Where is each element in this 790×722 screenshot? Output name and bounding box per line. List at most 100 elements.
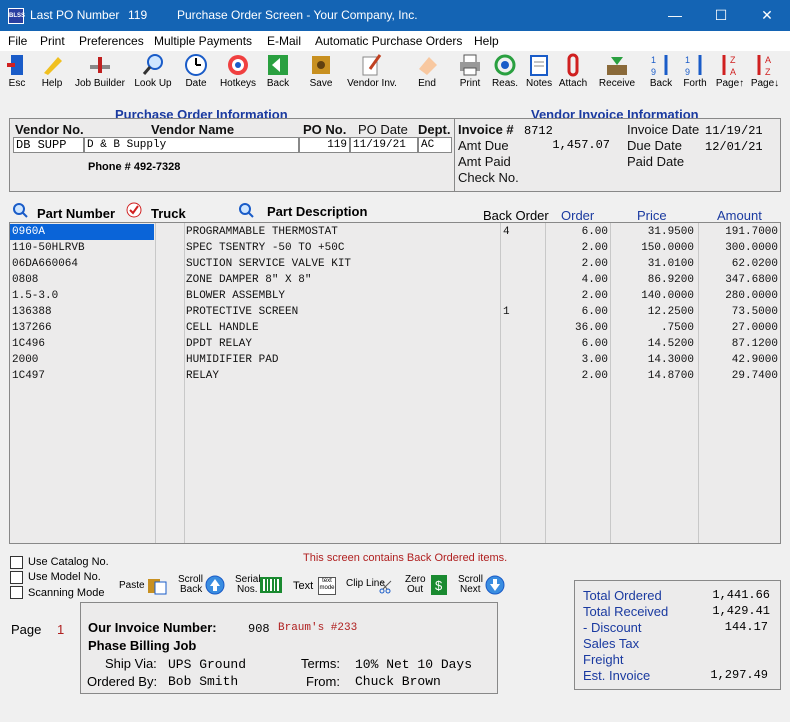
part-description-cell[interactable]: DPDT RELAY: [186, 338, 496, 350]
order-qty-cell[interactable]: 6.00: [547, 226, 608, 238]
use-catalog-checkbox[interactable]: [10, 556, 23, 569]
amount-cell[interactable]: 347.6800: [700, 274, 778, 286]
table-row[interactable]: 1.5-3.0 BLOWER ASSEMBLY 2.00 140.0000 280.00…: [10, 288, 780, 304]
order-qty-cell[interactable]: 2.00: [547, 290, 608, 302]
notes-button[interactable]: Notes: [526, 51, 552, 93]
vendor-invoice-button[interactable]: Vendor Inv.: [346, 51, 398, 93]
price-cell[interactable]: .7500: [612, 322, 694, 334]
price-cell[interactable]: 14.8700: [612, 370, 694, 382]
back-record-button[interactable]: 19 Back: [648, 51, 674, 93]
date-button[interactable]: Date: [182, 51, 210, 93]
vendor-name-field[interactable]: D & B Supply: [84, 137, 299, 153]
back-order-cell[interactable]: 4: [503, 226, 543, 238]
our-invoice-number[interactable]: 908: [248, 622, 270, 636]
menu-multiple-payments[interactable]: Multiple Payments: [154, 34, 252, 48]
part-description-cell[interactable]: HUMIDIFIER PAD: [186, 354, 496, 366]
back-order-cell[interactable]: 1: [503, 306, 543, 318]
search-part-icon[interactable]: [12, 202, 28, 218]
help-button[interactable]: Help: [38, 51, 66, 93]
table-row[interactable]: 2000 HUMIDIFIER PAD 3.00 14.3000 42.9000: [10, 352, 780, 368]
part-number-cell[interactable]: 1C496: [12, 338, 152, 350]
order-qty-cell[interactable]: 36.00: [547, 322, 608, 334]
order-qty-cell[interactable]: 2.00: [547, 258, 608, 270]
menu-automatic-po[interactable]: Automatic Purchase Orders: [315, 34, 462, 48]
price-cell[interactable]: 12.2500: [612, 306, 694, 318]
page-down-button[interactable]: AZ Page↓: [748, 51, 782, 93]
part-number-cell[interactable]: 110-50HLRVB: [12, 242, 152, 254]
price-cell[interactable]: 31.9500: [612, 226, 694, 238]
part-description-cell[interactable]: PROGRAMMABLE THERMOSTAT: [186, 226, 496, 238]
amount-cell[interactable]: 27.0000: [700, 322, 778, 334]
vendor-no-field[interactable]: DB SUPP: [13, 137, 84, 153]
forth-record-button[interactable]: 19 Forth: [681, 51, 709, 93]
amount-cell[interactable]: 300.0000: [700, 242, 778, 254]
look-up-button[interactable]: Look Up: [133, 51, 173, 93]
receive-button[interactable]: Receive: [598, 51, 636, 93]
part-number-cell[interactable]: 1.5-3.0: [12, 290, 152, 302]
part-description-cell[interactable]: RELAY: [186, 370, 496, 382]
part-number-cell[interactable]: 1C497: [12, 370, 152, 382]
part-number-cell[interactable]: 137266: [12, 322, 152, 334]
page-up-button[interactable]: ZA Page↑: [713, 51, 747, 93]
amount-cell[interactable]: 73.5000: [700, 306, 778, 318]
menu-help[interactable]: Help: [474, 34, 499, 48]
close-button[interactable]: ✕: [744, 0, 790, 31]
part-number-cell[interactable]: 2000: [12, 354, 152, 366]
job-builder-button[interactable]: Job Builder: [74, 51, 126, 93]
part-description-cell[interactable]: SUCTION SERVICE VALVE KIT: [186, 258, 496, 270]
menu-email[interactable]: E-Mail: [267, 34, 301, 48]
part-description-cell[interactable]: PROTECTIVE SCREEN: [186, 306, 496, 318]
table-row[interactable]: 06DA660064 SUCTION SERVICE VALVE KIT 2.00 3…: [10, 256, 780, 272]
amount-cell[interactable]: 62.0200: [700, 258, 778, 270]
part-description-cell[interactable]: SPEC TSENTRY -50 TO +50C: [186, 242, 496, 254]
po-no-field[interactable]: 119: [299, 137, 350, 153]
order-qty-cell[interactable]: 6.00: [547, 306, 608, 318]
save-button[interactable]: Save: [308, 51, 334, 93]
po-date-field[interactable]: 11/19/21: [350, 137, 418, 153]
invoice-date-value[interactable]: 11/19/21: [705, 124, 763, 138]
amount-cell[interactable]: 42.9000: [700, 354, 778, 366]
part-number-cell[interactable]: 0960A: [10, 224, 154, 240]
order-qty-cell[interactable]: 3.00: [547, 354, 608, 366]
hotkeys-button[interactable]: Hotkeys: [219, 51, 257, 93]
amt-due-value[interactable]: 1,457.07: [540, 138, 610, 152]
part-description-cell[interactable]: CELL HANDLE: [186, 322, 496, 334]
table-row[interactable]: 110-50HLRVB SPEC TSENTRY -50 TO +50C 2.00 1…: [10, 240, 780, 256]
menu-file[interactable]: File: [8, 34, 27, 48]
reas-button[interactable]: Reas.: [490, 51, 520, 93]
table-row[interactable]: 137266 CELL HANDLE 36.00 .7500 27.0000: [10, 320, 780, 336]
use-model-checkbox[interactable]: [10, 571, 23, 584]
menu-preferences[interactable]: Preferences: [79, 34, 144, 48]
amount-cell[interactable]: 191.7000: [700, 226, 778, 238]
minimize-button[interactable]: —: [652, 0, 698, 31]
table-row[interactable]: 0960A PROGRAMMABLE THERMOSTAT 4 6.00 31.9500…: [10, 224, 780, 240]
attach-button[interactable]: Attach: [557, 51, 589, 93]
maximize-button[interactable]: ☐: [698, 0, 744, 31]
order-qty-cell[interactable]: 2.00: [547, 242, 608, 254]
price-cell[interactable]: 14.3000: [612, 354, 694, 366]
order-qty-cell[interactable]: 2.00: [547, 370, 608, 382]
part-number-cell[interactable]: 0808: [12, 274, 152, 286]
order-qty-cell[interactable]: 6.00: [547, 338, 608, 350]
ship-via-value[interactable]: UPS Ground: [168, 657, 246, 672]
dept-field[interactable]: AC: [418, 137, 452, 153]
part-description-cell[interactable]: ZONE DAMPER 8" X 8": [186, 274, 496, 286]
terms-value[interactable]: 10% Net 10 Days: [355, 657, 472, 672]
due-date-value[interactable]: 12/01/21: [705, 140, 763, 154]
ordered-by-value[interactable]: Bob Smith: [168, 674, 238, 689]
search-description-icon[interactable]: [238, 202, 254, 218]
truck-check-icon[interactable]: [126, 202, 142, 218]
order-qty-cell[interactable]: 4.00: [547, 274, 608, 286]
table-row[interactable]: 1C496 DPDT RELAY 6.00 14.5200 87.1200: [10, 336, 780, 352]
amount-cell[interactable]: 29.7400: [700, 370, 778, 382]
table-row[interactable]: 0808 ZONE DAMPER 8" X 8" 4.00 86.9200 347.68…: [10, 272, 780, 288]
table-row[interactable]: 136388 PROTECTIVE SCREEN 1 6.00 12.2500 73.50…: [10, 304, 780, 320]
amount-cell[interactable]: 280.0000: [700, 290, 778, 302]
invoice-no-value[interactable]: 8712: [524, 124, 553, 138]
amount-cell[interactable]: 87.1200: [700, 338, 778, 350]
back-button[interactable]: Back: [265, 51, 291, 93]
print-button[interactable]: Print: [456, 51, 484, 93]
from-value[interactable]: Chuck Brown: [355, 674, 441, 689]
part-description-cell[interactable]: BLOWER ASSEMBLY: [186, 290, 496, 302]
price-cell[interactable]: 150.0000: [612, 242, 694, 254]
